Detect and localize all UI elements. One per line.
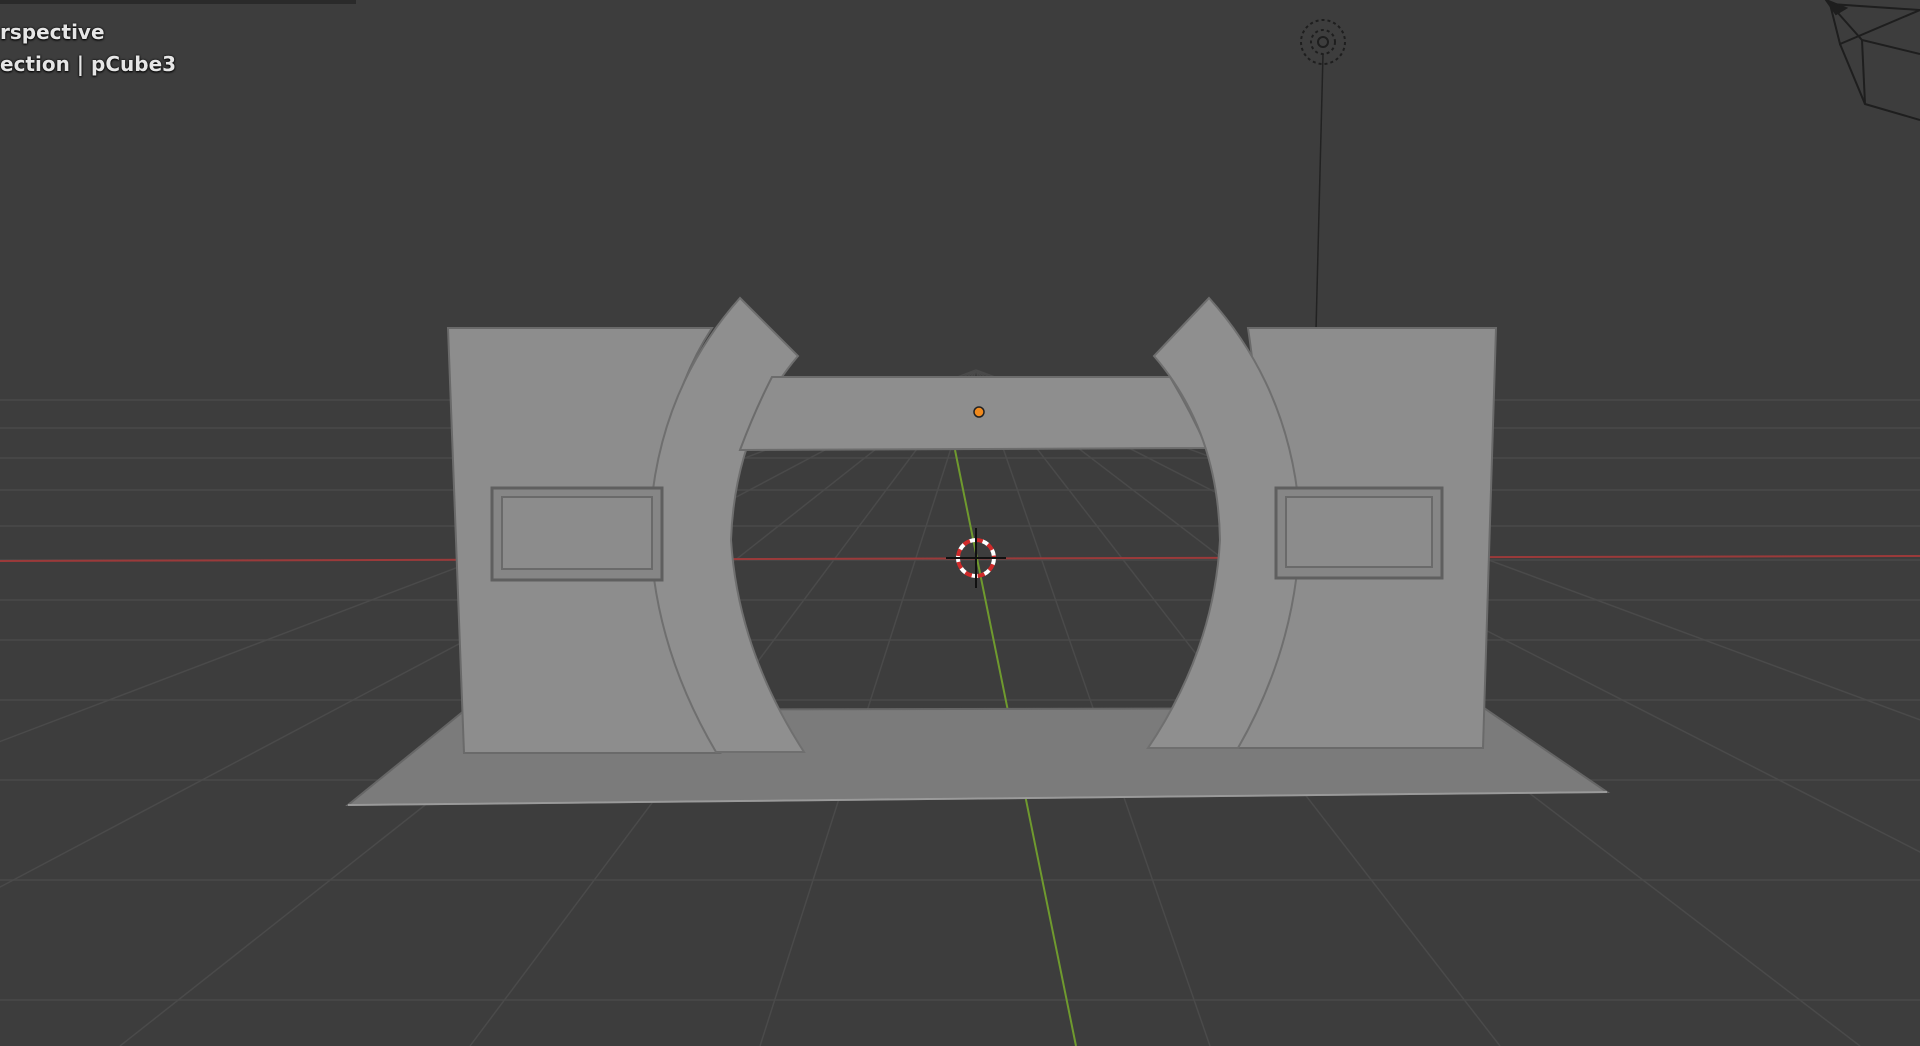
object-origin-icon[interactable]: [973, 406, 985, 418]
viewport-scene[interactable]: [0, 0, 1920, 1046]
camera-object-icon[interactable]: [1824, 0, 1920, 121]
3d-cursor-icon[interactable]: [946, 528, 1006, 588]
header-edge-strip: [0, 0, 356, 4]
view-mode-label: rspective: [0, 20, 105, 44]
3d-viewport[interactable]: rspective ection | pCube3: [0, 0, 1920, 1046]
collection-object-label: ection | pCube3: [0, 52, 177, 76]
light-tether-line: [1315, 53, 1324, 331]
